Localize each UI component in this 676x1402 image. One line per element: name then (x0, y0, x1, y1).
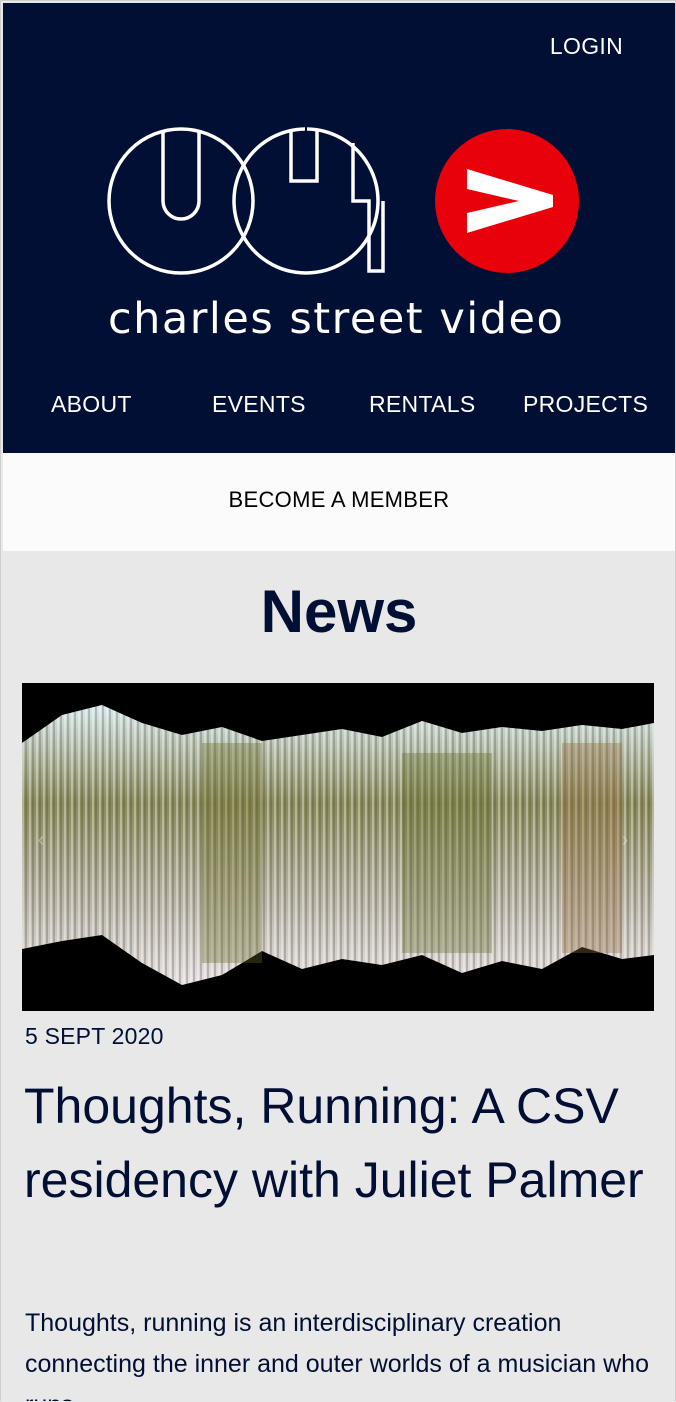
glitch-landscape-image (22, 683, 654, 1011)
article-date: 5 SEPT 2020 (25, 1023, 164, 1049)
member-bar: BECOME A MEMBER (3, 453, 675, 551)
logo-play-circle (435, 129, 579, 273)
logo-ring-1 (107, 127, 255, 275)
article-image[interactable]: ‹ › (22, 683, 654, 1011)
main-nav: ABOUT EVENTS RENTALS PROJECTS (3, 391, 675, 427)
article-title[interactable]: Thoughts, Running: A CSV residency with … (24, 1069, 664, 1217)
nav-item-events[interactable]: EVENTS (212, 391, 306, 418)
nav-item-rentals[interactable]: RENTALS (369, 391, 475, 418)
nav-item-projects[interactable]: PROJECTS (523, 391, 648, 418)
logo-ring-1-key (161, 131, 201, 221)
page-frame: LOGIN charles street video ABOUT EVENTS … (0, 0, 676, 1401)
site-logo[interactable]: charles street video (107, 121, 587, 351)
logo-wordmark: charles street video (108, 294, 564, 344)
login-link[interactable]: LOGIN (550, 33, 623, 60)
nav-item-about[interactable]: ABOUT (51, 391, 132, 418)
chevron-right-icon[interactable]: › (614, 829, 636, 851)
become-member-button[interactable]: BECOME A MEMBER (3, 487, 675, 513)
chevron-left-icon[interactable]: ‹ (30, 829, 52, 851)
news-heading: News (260, 578, 418, 645)
site-header: LOGIN charles street video ABOUT EVENTS … (3, 3, 675, 453)
article-excerpt: Thoughts, running is an interdisciplinar… (25, 1309, 649, 1401)
logo-ring-2-key (289, 129, 385, 273)
